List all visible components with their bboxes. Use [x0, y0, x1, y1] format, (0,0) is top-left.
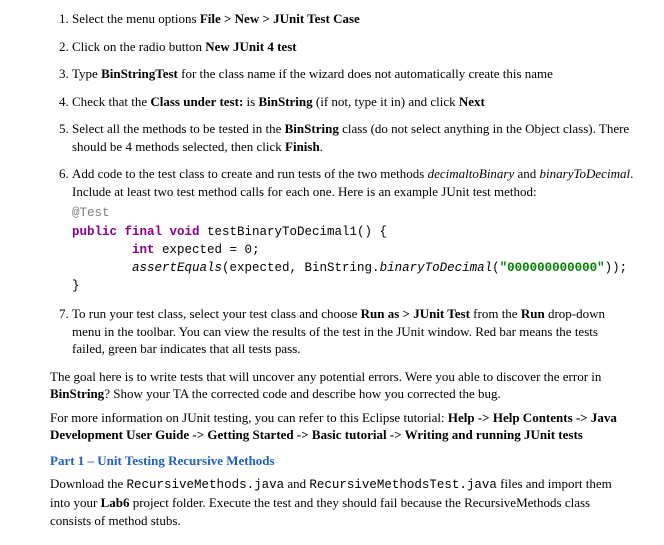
- step-text: Select the menu options: [72, 11, 200, 26]
- code-text: ;: [252, 243, 260, 257]
- tutorial-reference-paragraph: For more information on JUnit testing, y…: [50, 409, 634, 444]
- method-name: decimaltoBinary: [428, 166, 515, 181]
- code-string: "000000000000": [500, 261, 605, 275]
- code-text: expected =: [155, 243, 245, 257]
- code-brace: }: [72, 279, 80, 293]
- menu-label: Run: [521, 306, 545, 321]
- step-text: To run your test class, select your test…: [72, 306, 361, 321]
- code-annotation: @Test: [72, 206, 110, 220]
- para-text: For more information on JUnit testing, y…: [50, 410, 448, 425]
- step-6: Add code to the test class to create and…: [72, 165, 634, 295]
- radio-label: New JUnit 4 test: [205, 39, 296, 54]
- part-1-heading: Part 1 – Unit Testing Recursive Methods: [50, 452, 634, 470]
- menu-path: Run as > JUnit Test: [361, 306, 470, 321]
- button-label: Next: [459, 94, 485, 109]
- para-text: The goal here is to write tests that wil…: [50, 369, 601, 384]
- para-text: and: [284, 476, 309, 491]
- field-label: Class under test:: [150, 94, 243, 109]
- step-text: for the class name if the wizard does no…: [178, 66, 553, 81]
- code-example: @Test public final void testBinaryToDeci…: [72, 204, 634, 295]
- class-name: BinString: [285, 121, 339, 136]
- class-name: BinString: [258, 94, 312, 109]
- project-name: Lab6: [101, 495, 130, 510]
- step-text: Click on the radio button: [72, 39, 205, 54]
- document-page: Select the menu options File > New > JUn…: [0, 0, 664, 545]
- filename: RecursiveMethods.java: [127, 478, 285, 492]
- method-name: binaryToDecimal: [540, 166, 631, 181]
- step-text: is: [243, 94, 258, 109]
- step-3: Type BinStringTest for the class name if…: [72, 65, 634, 83]
- class-name: BinStringTest: [101, 66, 178, 81]
- code-func: assertEquals: [132, 261, 222, 275]
- step-text: Check that the: [72, 94, 150, 109]
- step-2: Click on the radio button New JUnit 4 te…: [72, 38, 634, 56]
- code-indent: [72, 243, 132, 257]
- code-text: (expected, BinString.: [222, 261, 380, 275]
- para-text: project folder. Execute the test and the…: [50, 495, 590, 528]
- code-indent: [72, 261, 132, 275]
- code-text: ));: [605, 261, 628, 275]
- class-name: BinString: [50, 386, 104, 401]
- instruction-list: Select the menu options File > New > JUn…: [50, 10, 634, 358]
- code-keyword: int: [132, 243, 155, 257]
- menu-path: File > New > JUnit Test Case: [200, 11, 360, 26]
- step-1: Select the menu options File > New > JUn…: [72, 10, 634, 28]
- step-text: .: [320, 139, 323, 154]
- download-paragraph: Download the RecursiveMethods.java and R…: [50, 475, 634, 529]
- step-7: To run your test class, select your test…: [72, 305, 634, 358]
- button-label: Finish: [285, 139, 320, 154]
- step-text: and: [514, 166, 539, 181]
- filename: RecursiveMethodsTest.java: [309, 478, 497, 492]
- step-4: Check that the Class under test: is BinS…: [72, 93, 634, 111]
- code-func: binaryToDecimal: [380, 261, 493, 275]
- code-text: testBinaryToDecimal1() {: [200, 225, 388, 239]
- goal-paragraph: The goal here is to write tests that wil…: [50, 368, 634, 403]
- step-text: (if not, type it in) and click: [313, 94, 459, 109]
- step-text: Type: [72, 66, 101, 81]
- code-text: (: [492, 261, 500, 275]
- step-text: Select all the methods to be tested in t…: [72, 121, 285, 136]
- step-text: from the: [470, 306, 521, 321]
- code-keyword: public final void: [72, 225, 200, 239]
- para-text: ? Show your TA the corrected code and de…: [104, 386, 501, 401]
- step-text: Add code to the test class to create and…: [72, 166, 428, 181]
- para-text: Download the: [50, 476, 127, 491]
- step-5: Select all the methods to be tested in t…: [72, 120, 634, 155]
- code-number: 0: [245, 243, 253, 257]
